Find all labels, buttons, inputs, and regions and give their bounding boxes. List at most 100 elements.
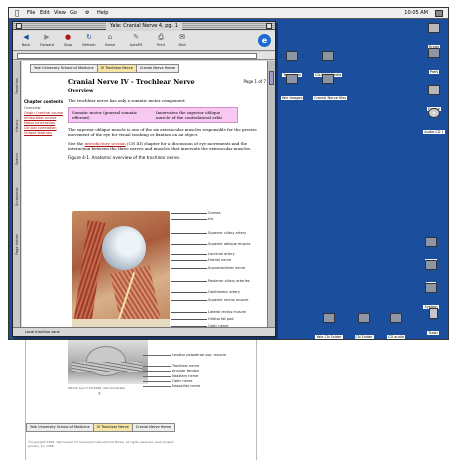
browser-window: Yale: Cranial Nerve 4, pg. 1 ◀ Back ▶ Forw… [12, 21, 276, 337]
nav-tab-yale[interactable]: Yale University School of Medicine [27, 424, 94, 431]
refresh-button[interactable]: ↻ Refresh [79, 33, 99, 47]
forward-button[interactable]: ▶ Forward [37, 33, 57, 47]
menu-view[interactable]: View [54, 8, 66, 19]
nav-tab-cranial-home[interactable]: Cranial Nerve Home [137, 65, 178, 72]
lower-figure-label: Annular tendon [142, 369, 200, 373]
figure-label: Superior rectus muscle [170, 298, 249, 302]
back-to-top-icon[interactable]: ⊼ [98, 391, 101, 396]
page-counter: Page 1 of 7 [243, 79, 266, 84]
lower-anatomy-image [68, 340, 148, 384]
scroll-thumb[interactable] [269, 71, 274, 85]
side-tab-scrapbook[interactable]: Scrapbook [13, 177, 21, 217]
nav-tab-trochlear[interactable]: IV Trochlear Nerve [93, 424, 133, 431]
folder-icon [322, 74, 334, 84]
home-button[interactable]: ⌂ Home [100, 33, 120, 47]
apple-menu-icon[interactable]:  [15, 8, 19, 19]
side-tab-search[interactable]: Search [13, 145, 21, 173]
screenshot-stage:  File Edit View Go ⚙ Help 10:05 AM Yale… [0, 0, 455, 463]
figure-label: Superior oblique muscle [170, 242, 251, 246]
desktop-icon-folder[interactable]: CN Folder [349, 313, 379, 339]
menu-help[interactable]: Help [97, 8, 108, 19]
cd-icon [428, 108, 440, 118]
folder-icon [358, 313, 370, 323]
desktop-icon-label: CN Folder [354, 335, 374, 339]
anatomy-figure [72, 211, 170, 328]
figure-label: Cornea [169, 211, 221, 215]
image-credit: Patrick Lynch 01/1996, Yale University [68, 386, 126, 390]
figure-label: Lateral rectus muscle [171, 310, 246, 314]
stop-button[interactable]: ● Stop [58, 33, 78, 47]
mail-label: Mail [178, 43, 186, 47]
lower-figure-label: Nasiliary nerve [142, 374, 199, 378]
nav-tab-yale[interactable]: Yale University School of Medicine [31, 65, 98, 72]
autofill-icon: ✎ [133, 33, 139, 41]
floppy-disk-icon [428, 85, 440, 95]
somatic-motor-box: Somatic motor (general somatic efferent)… [68, 107, 238, 123]
desktop-icon-folder[interactable]: Yale CN Folder [314, 313, 344, 339]
menu-edit[interactable]: Edit [40, 8, 50, 19]
eyeball-shape [102, 226, 146, 270]
explorer-side-tabs: Favorites History Search Scrapbook Page … [13, 61, 21, 328]
side-tab-history[interactable]: History [13, 111, 21, 141]
desktop-icon-label: Prefs [428, 70, 440, 74]
trash-icon [428, 308, 438, 319]
figure-label: Superior ciliary artery [170, 231, 247, 235]
desktop-icon-cd[interactable]: Audio CD 1 [419, 108, 448, 137]
mail-icon: ✉ [179, 33, 185, 41]
folder-icon [428, 48, 440, 58]
hard-disk-icon [428, 23, 440, 33]
address-field[interactable] [17, 53, 257, 59]
menu-bar:  File Edit View Go ⚙ Help 10:05 AM [9, 8, 448, 19]
page-nav-tabs: Yale University School of Medicine IV Tr… [30, 64, 180, 73]
nerve-bundle-shape [72, 362, 142, 372]
intro-paragraph: The trochlear nerve has only a somatic m… [68, 98, 186, 103]
desktop-icon-folder[interactable]: Prefs [419, 48, 448, 77]
desktop-icon-label: Cranial Nerve files [313, 96, 348, 100]
home-label: Home [104, 43, 116, 47]
side-tab-favorites[interactable]: Favorites [13, 65, 21, 107]
mac-desktop:  File Edit View Go ⚙ Help 10:05 AM Yale… [8, 7, 449, 340]
print-label: Print [156, 43, 166, 47]
application-menu-icon[interactable] [435, 10, 443, 17]
somatic-right: Innervates the superior oblique muscle o… [156, 110, 222, 120]
vertical-scrollbar[interactable] [267, 61, 275, 328]
address-bar [13, 52, 275, 60]
nav-tab-cranial-home[interactable]: Cranial Nerve Home [133, 424, 174, 431]
figure-label: Orbital fat pad [170, 317, 234, 321]
window-title-bar[interactable]: Yale: Cranial Nerve 4, pg. 1 [13, 22, 275, 30]
refresh-label: Refresh [82, 43, 96, 47]
chapter-item-unique[interactable]: Unique features [24, 131, 64, 136]
forward-arrow-icon: ▶ [44, 33, 50, 41]
print-button[interactable]: ⎙ Print [151, 33, 171, 47]
autofill-button[interactable]: ✎ AutoFill [126, 33, 146, 47]
browser-logo-icon: e [258, 34, 271, 47]
lower-nav-tabs: Yale University School of Medicine IV Tr… [26, 423, 176, 432]
paragraph-1: The superior oblique muscle is one of th… [68, 127, 257, 137]
mail-button[interactable]: ✉ Mail [172, 33, 192, 47]
folder-icon [286, 74, 298, 84]
copyright-footer: ©Copyright 1998, Yale Center for Advance… [28, 440, 175, 448]
menu-file[interactable]: File [27, 8, 35, 19]
folder-icon [425, 283, 437, 293]
desktop-icon-folder[interactable]: Cranial Nerve files [313, 74, 348, 103]
back-button[interactable]: ◀ Back [16, 33, 36, 47]
chapter-contents: Chapter contents Overview Origin / centr… [24, 99, 64, 136]
figure-label: Frontal nerve [170, 258, 232, 262]
desktop-icon-folder[interactable]: CD audio [381, 313, 411, 339]
lower-figure-label: Optic nerve [142, 379, 193, 383]
nav-tab-trochlear[interactable]: IV Trochlear Nerve [97, 65, 137, 72]
folder-icon [286, 51, 298, 61]
folder-icon [425, 237, 437, 247]
desktop-icon-folder[interactable]: Yale Images [277, 74, 307, 103]
zoom-box-icon[interactable] [266, 23, 272, 29]
page-title: Cranial Nerve IV - Trochlear Nerve [68, 78, 195, 86]
side-tab-page-holder[interactable]: Page Holder [13, 221, 21, 267]
chapter-heading: Chapter contents [24, 99, 64, 104]
folder-icon [323, 313, 335, 323]
menu-favorites-icon[interactable]: ⚙ [85, 8, 89, 19]
close-box-icon[interactable] [16, 23, 22, 29]
status-bar: Local machine zone [13, 327, 275, 336]
menu-go[interactable]: Go [70, 8, 77, 19]
desktop-icon-trash[interactable]: Trash [418, 308, 448, 338]
forward-label: Forward [39, 43, 55, 47]
